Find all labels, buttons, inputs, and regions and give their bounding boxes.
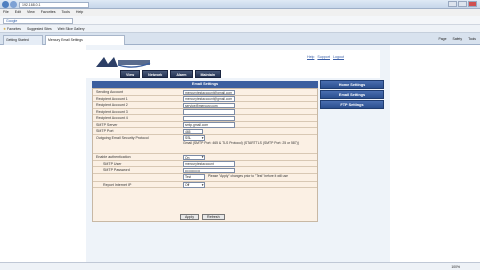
report-ip-select[interactable]: Off: [183, 182, 205, 188]
window-controls: [448, 1, 477, 7]
recipient-1-label: Recipient Account 1: [96, 96, 128, 101]
browser-titlebar: 192.168.0.1: [0, 0, 480, 9]
panel-title: Email Settings: [92, 81, 318, 88]
auth-label: Enable authentication: [96, 155, 131, 159]
tab-getting-started[interactable]: Getting Started: [3, 35, 43, 45]
menu-file[interactable]: File: [3, 9, 9, 16]
nav-alarm[interactable]: Alarm: [170, 70, 193, 78]
support-link[interactable]: Support: [317, 55, 330, 59]
sidebar-item-email[interactable]: Email Settings: [320, 90, 384, 99]
menu-help[interactable]: Help: [76, 9, 83, 16]
star-icon: ★: [3, 27, 7, 31]
favorites-button[interactable]: ★ Favorites: [3, 25, 21, 32]
menu-bar: File Edit View Favorites Tools Help: [0, 9, 480, 16]
nav-view[interactable]: View: [120, 70, 141, 78]
test-button[interactable]: Test: [183, 174, 205, 180]
favorites-label: Favorites: [7, 27, 21, 31]
menu-tools[interactable]: Tools: [62, 9, 70, 16]
nav-maintain[interactable]: Maintain: [194, 70, 222, 78]
page-menu[interactable]: Page: [439, 36, 447, 42]
menu-edit[interactable]: Edit: [15, 9, 21, 16]
recipient-1-input[interactable]: mercurytestaccount@gmail.com: [183, 96, 235, 102]
recipient-2-input[interactable]: service@mercury.com: [183, 102, 235, 108]
sidebar-item-home[interactable]: Home Settings: [320, 80, 384, 89]
test-note: Please "Apply" changes prior to "Test" b…: [208, 174, 288, 178]
report-ip-label: Report Internet IP: [103, 182, 132, 187]
address-bar[interactable]: 192.168.0.1: [19, 1, 89, 8]
tab-mercury[interactable]: Mercury Email Settings: [45, 35, 125, 45]
help-links: Help Support Logout: [305, 55, 344, 59]
apply-button[interactable]: Apply: [180, 214, 199, 220]
menu-favorites[interactable]: Favorites: [41, 9, 56, 16]
refresh-button[interactable]: Refresh: [202, 214, 225, 220]
fav-item-webslice[interactable]: Web Slice Gallery: [58, 25, 85, 32]
smtp-password-label: SMTP Password: [103, 168, 130, 172]
maximize-button[interactable]: [458, 1, 467, 7]
google-toolbar: Google: [0, 16, 480, 25]
form-actions: Apply Refresh: [180, 214, 225, 220]
smtp-password-input[interactable]: •••••••••••••: [183, 167, 235, 173]
recipient-2-label: Recipient Account 2: [96, 103, 128, 107]
logout-link[interactable]: Logout: [333, 55, 344, 59]
back-icon[interactable]: [2, 1, 9, 8]
form-row: Outgoing Email Security Protocol SSL Gma…: [93, 135, 317, 154]
command-bar: Page Safety Tools: [439, 36, 476, 42]
sidebar-item-ftp[interactable]: FTP Settings: [320, 100, 384, 109]
smtp-port-input[interactable]: 465: [183, 128, 203, 134]
fav-item-suggested[interactable]: Suggested Sites: [27, 25, 52, 32]
menu-view[interactable]: View: [27, 9, 35, 16]
auth-select[interactable]: On: [183, 154, 205, 160]
zoom-level[interactable]: 100%: [451, 264, 460, 270]
recipient-3-input[interactable]: [183, 109, 235, 115]
recipient-4-label: Recipient Account 4: [96, 116, 128, 120]
minimize-button[interactable]: [448, 1, 457, 7]
settings-sidebar: Home Settings Email Settings FTP Setting…: [320, 80, 384, 110]
status-bar: 100%: [0, 262, 480, 270]
smtp-user-label: SMTP User: [103, 161, 122, 166]
close-button[interactable]: [468, 1, 477, 7]
tools-menu[interactable]: Tools: [468, 36, 476, 42]
nav-network[interactable]: Network: [142, 70, 169, 78]
help-link[interactable]: Help: [307, 55, 314, 59]
smtp-user-input[interactable]: mercurytestaccount: [183, 161, 235, 167]
form-row: Test Please "Apply" changes prior to "Te…: [93, 174, 317, 182]
smtp-server-input[interactable]: smtp.gmail.com: [183, 122, 235, 128]
recipient-4-input[interactable]: [183, 115, 235, 121]
security-note: Gmail (SMTP Port: 465 & TLS Protocol) (S…: [183, 140, 299, 145]
security-protocol-label: Outgoing Email Security Protocol: [96, 135, 149, 140]
smtp-port-label: SMTP Port: [96, 129, 114, 133]
form-row: Report Internet IP Off: [93, 182, 317, 188]
favorites-bar: ★ Favorites Suggested Sites Web Slice Ga…: [0, 25, 480, 33]
sending-account-label: Sending Account: [96, 90, 123, 94]
safety-menu[interactable]: Safety: [452, 36, 462, 42]
email-settings-form: Sending Account mercurytestaccount@gmail…: [92, 88, 318, 222]
forward-icon[interactable]: [10, 1, 17, 8]
sending-account-input[interactable]: mercurytestaccount@gmail.com: [183, 89, 235, 95]
main-nav: View Network Alarm Maintain: [120, 70, 222, 78]
smtp-server-label: SMTP Server: [96, 122, 118, 127]
tab-bar: Getting Started Mercury Email Settings P…: [0, 33, 480, 45]
google-search-input[interactable]: Google: [3, 17, 73, 24]
mercury-logo: [96, 57, 151, 68]
recipient-3-label: Recipient Account 3: [96, 109, 128, 114]
